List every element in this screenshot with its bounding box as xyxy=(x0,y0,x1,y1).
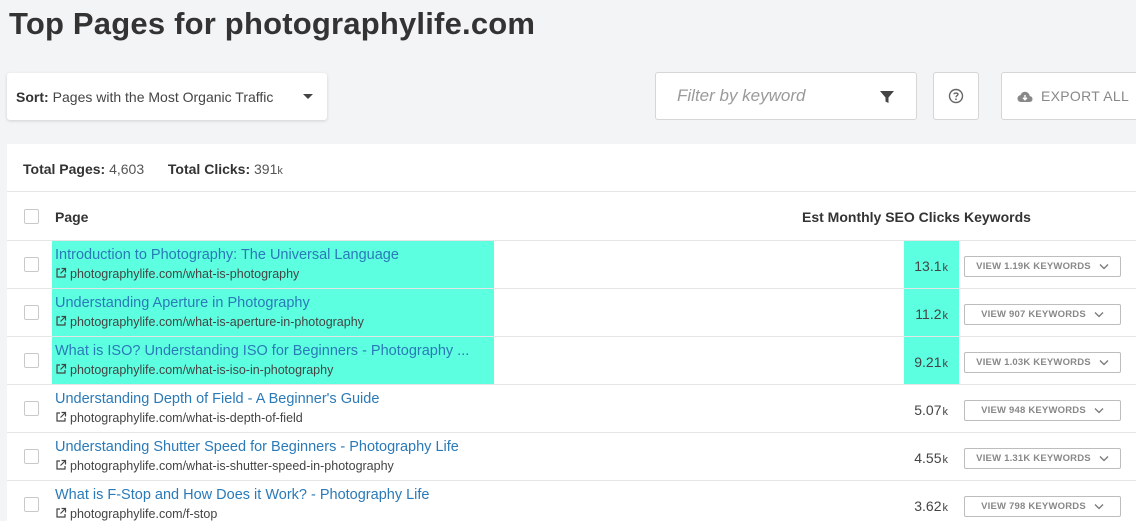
filter-field[interactable] xyxy=(655,72,917,120)
total-clicks-label: Total Clicks: xyxy=(167,161,251,177)
view-keywords-button[interactable]: VIEW 1.03K KEYWORDS xyxy=(964,352,1121,373)
row-checkbox[interactable] xyxy=(24,449,39,464)
page-title: Top Pages for photographylife.com xyxy=(9,6,536,41)
summary-bar: Total Pages: 4,603 Total Clicks: 391k xyxy=(23,161,283,177)
chevron-down-icon xyxy=(1099,264,1109,270)
caret-down-icon xyxy=(303,94,313,99)
clicks-unit: k xyxy=(942,502,949,514)
external-link-icon xyxy=(56,267,67,278)
page-url[interactable]: photographylife.com/what-is-depth-of-fie… xyxy=(55,411,303,425)
chevron-down-icon xyxy=(1094,312,1104,318)
page-column-header: Page xyxy=(55,209,89,225)
keywords-column-header: Keywords xyxy=(964,209,1031,225)
clicks-number: 4.55 xyxy=(914,450,942,466)
clicks-value: 4.55k xyxy=(914,450,948,466)
clicks-unit: k xyxy=(942,406,949,418)
view-keywords-button[interactable]: VIEW 1.31K KEYWORDS xyxy=(964,448,1121,469)
help-button[interactable] xyxy=(933,72,979,120)
row-checkbox[interactable] xyxy=(24,305,39,320)
clicks-number: 13.1 xyxy=(914,258,942,274)
view-keywords-label: VIEW 948 KEYWORDS xyxy=(981,405,1086,416)
cloud-download-icon xyxy=(1017,91,1033,102)
sort-dropdown[interactable]: Sort: Pages with the Most Organic Traffi… xyxy=(7,73,327,120)
view-keywords-button[interactable]: VIEW 907 KEYWORDS xyxy=(964,304,1121,325)
clicks-number: 3.62 xyxy=(914,498,942,514)
page-url[interactable]: photographylife.com/what-is-iso-in-photo… xyxy=(55,363,333,377)
view-keywords-button[interactable]: VIEW 948 KEYWORDS xyxy=(964,400,1121,421)
external-link-icon xyxy=(56,363,67,374)
external-link-icon xyxy=(56,411,67,422)
table-row: What is F-Stop and How Does it Work? - P… xyxy=(7,481,1136,521)
table-row: Understanding Depth of Field - A Beginne… xyxy=(7,385,1136,433)
top-pages-panel: Total Pages: 4,603 Total Clicks: 391k Pa… xyxy=(7,144,1136,521)
table-row: Understanding Shutter Speed for Beginner… xyxy=(7,433,1136,481)
clicks-unit: k xyxy=(942,262,949,274)
page-url-text: photographylife.com/what-is-depth-of-fie… xyxy=(70,411,303,425)
clicks-unit: k xyxy=(942,454,949,466)
clicks-value: 3.62k xyxy=(914,498,948,514)
clicks-number: 11.2 xyxy=(915,306,942,322)
select-all-checkbox[interactable] xyxy=(24,209,39,224)
page-url[interactable]: photographylife.com/what-is-photography xyxy=(55,267,299,281)
clicks-value: 9.21k xyxy=(914,354,948,370)
chevron-down-icon xyxy=(1099,360,1109,366)
page-url[interactable]: photographylife.com/what-is-aperture-in-… xyxy=(55,315,364,329)
page-url-text: photographylife.com/what-is-aperture-in-… xyxy=(70,315,364,329)
row-checkbox[interactable] xyxy=(24,257,39,272)
total-clicks-value: 391 xyxy=(254,161,278,177)
page-title-link[interactable]: Understanding Aperture in Photography xyxy=(55,295,310,311)
export-all-label: EXPORT ALL xyxy=(1041,88,1130,104)
question-circle-icon xyxy=(948,88,964,104)
table-row: Understanding Aperture in Photography pho… xyxy=(7,289,1136,337)
view-keywords-label: VIEW 1.03K KEYWORDS xyxy=(976,357,1091,368)
row-checkbox[interactable] xyxy=(24,401,39,416)
view-keywords-label: VIEW 1.19K KEYWORDS xyxy=(976,261,1091,272)
view-keywords-label: VIEW 907 KEYWORDS xyxy=(981,309,1086,320)
sort-label: Sort: xyxy=(16,88,49,105)
chevron-down-icon xyxy=(1094,408,1104,414)
clicks-value: 13.1k xyxy=(914,258,948,274)
chevron-down-icon xyxy=(1099,456,1109,462)
total-pages-label: Total Pages: xyxy=(23,161,106,177)
funnel-icon[interactable] xyxy=(879,89,895,105)
page-title-link[interactable]: What is F-Stop and How Does it Work? - P… xyxy=(55,487,429,503)
page-url[interactable]: photographylife.com/what-is-shutter-spee… xyxy=(55,459,394,473)
page-url-text: photographylife.com/what-is-iso-in-photo… xyxy=(70,363,334,377)
total-pages-value: 4,603 xyxy=(109,161,145,177)
page-url-text: photographylife.com/what-is-shutter-spee… xyxy=(70,459,394,473)
view-keywords-label: VIEW 798 KEYWORDS xyxy=(981,501,1086,512)
page-title-link[interactable]: What is ISO? Understanding ISO for Begin… xyxy=(55,343,469,359)
external-link-icon xyxy=(56,315,67,326)
page-title-link[interactable]: Introduction to Photography: The Univers… xyxy=(55,247,399,263)
page-url-text: photographylife.com/what-is-photography xyxy=(70,267,300,281)
export-all-button[interactable]: EXPORT ALL xyxy=(1001,72,1136,120)
table-row: What is ISO? Understanding ISO for Begin… xyxy=(7,337,1136,385)
row-checkbox[interactable] xyxy=(24,497,39,512)
external-link-icon xyxy=(56,459,67,470)
clicks-number: 9.21 xyxy=(914,354,942,370)
clicks-column-header[interactable]: Est Monthly SEO Clicks xyxy=(802,209,960,225)
divider xyxy=(7,191,1136,192)
page-url-text: photographylife.com/f-stop xyxy=(70,507,218,521)
page-title-link[interactable]: Understanding Shutter Speed for Beginner… xyxy=(55,439,459,455)
total-clicks-unit: k xyxy=(277,165,283,177)
filter-input[interactable] xyxy=(677,86,877,106)
table-row: Introduction to Photography: The Univers… xyxy=(7,241,1136,289)
external-link-icon xyxy=(56,507,67,518)
view-keywords-button[interactable]: VIEW 798 KEYWORDS xyxy=(964,496,1121,517)
clicks-value: 11.2k xyxy=(915,306,948,322)
clicks-number: 5.07 xyxy=(914,402,942,418)
page-url[interactable]: photographylife.com/f-stop xyxy=(55,507,217,521)
view-keywords-button[interactable]: VIEW 1.19K KEYWORDS xyxy=(964,256,1121,277)
clicks-unit: k xyxy=(942,358,949,370)
chevron-down-icon xyxy=(1094,504,1104,510)
clicks-unit: k xyxy=(942,310,949,322)
row-checkbox[interactable] xyxy=(24,353,39,368)
view-keywords-label: VIEW 1.31K KEYWORDS xyxy=(976,453,1091,464)
sort-value: Pages with the Most Organic Traffic xyxy=(52,88,274,105)
page-title-link[interactable]: Understanding Depth of Field - A Beginne… xyxy=(55,391,379,407)
clicks-value: 5.07k xyxy=(914,402,948,418)
